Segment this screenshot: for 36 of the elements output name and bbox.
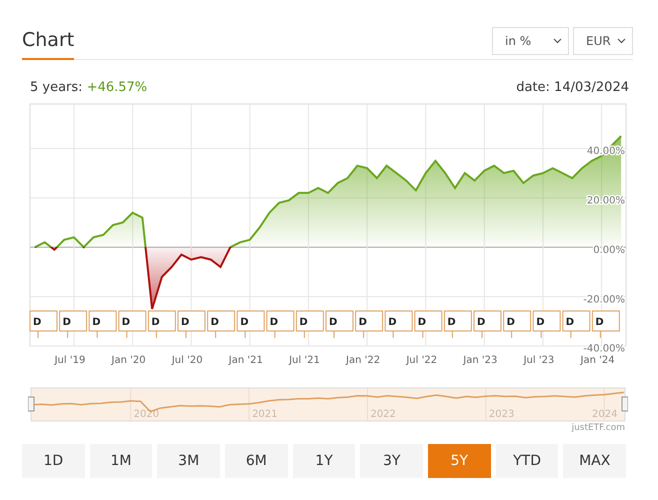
x-axis-label: Jul '23 (524, 355, 554, 366)
period-label: 5 years: (30, 80, 83, 95)
section-title: Chart (22, 29, 74, 60)
period-button[interactable]: 1Y (292, 444, 356, 478)
range-handle[interactable] (28, 396, 34, 412)
year-label: 2024 (592, 409, 618, 420)
chevron-down-icon (617, 38, 626, 44)
period-button[interactable]: YTD (496, 444, 558, 478)
x-axis-label: Jul '22 (406, 355, 438, 366)
x-axis-label: Jan '24 (580, 355, 615, 366)
x-axis-label: Jul '21 (289, 355, 320, 366)
date-label: date: 14/03/2024 (516, 80, 629, 97)
y-axis-label: -40.00% (583, 344, 625, 355)
x-axis-label: Jan '20 (112, 355, 146, 366)
period-button[interactable]: 3Y (360, 444, 424, 478)
x-axis-label: Jul '20 (172, 355, 203, 366)
x-axis-label: Jan '22 (346, 355, 380, 366)
x-axis-label: Jan '23 (463, 355, 498, 366)
range-handle[interactable] (622, 396, 628, 412)
year-label: 2023 (488, 409, 514, 420)
x-axis-label: Jan '21 (228, 355, 263, 366)
period-button[interactable]: 1D (22, 444, 85, 478)
y-axis-label: -20.00% (583, 294, 625, 306)
dropdown[interactable]: in % (492, 27, 569, 55)
year-label: 2021 (252, 409, 278, 420)
performance-value: +46.57% (86, 80, 148, 95)
credit-text: justETF.com (572, 423, 625, 433)
y-axis-label: 0.00% (593, 244, 625, 256)
period-button[interactable]: 6M (225, 444, 288, 478)
chevron-down-icon (553, 38, 562, 44)
period-button[interactable]: 3M (157, 444, 220, 478)
dropdown[interactable]: EUR (573, 27, 633, 55)
period-button[interactable]: 1M (90, 444, 152, 478)
year-label: 2022 (370, 409, 396, 420)
x-axis-label: Jul '19 (54, 355, 86, 366)
period-button[interactable]: MAX (563, 444, 626, 478)
